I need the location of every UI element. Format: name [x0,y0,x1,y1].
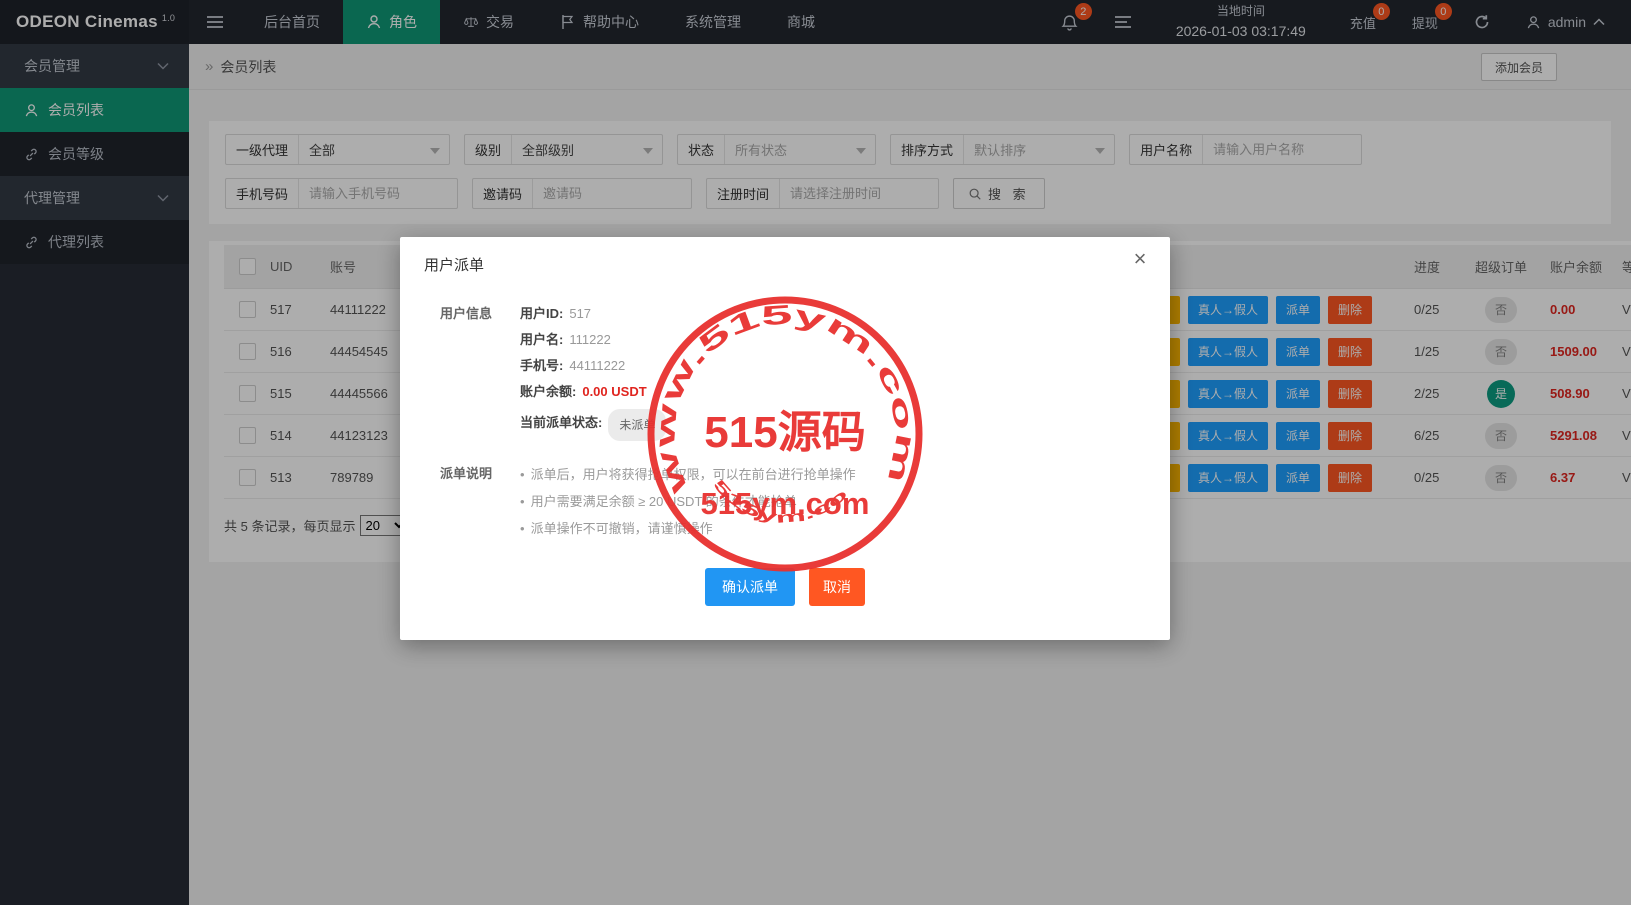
field-username: 用户名: 111222 [520,327,666,353]
modal-title: 用户派单 [424,257,484,274]
field-balance: 账户余额: 0.00 USDT [520,379,666,405]
close-icon[interactable]: × [1126,245,1154,273]
note-item: •派单后，用户将获得抢单权限，可以在前台进行抢单操作 [520,461,856,488]
cancel-button[interactable]: 取消 [809,568,865,606]
field-phone: 手机号: 44111222 [520,353,666,379]
confirm-dispatch-button[interactable]: 确认派单 [705,568,795,606]
note-item: •用户需要满足余额 ≥ 20 USDT 的条件才能抢单 [520,488,856,515]
dispatch-modal: 用户派单 × 用户信息 用户ID: 517 用户名: 111222 手机号: 4… [400,237,1170,640]
modal-body: 用户信息 用户ID: 517 用户名: 111222 手机号: 44111222… [400,287,1170,606]
status-badge: 未派单 [608,409,666,441]
user-info-label: 用户信息 [440,301,502,441]
field-dispatch-status: 当前派单状态: 未派单 [520,405,666,441]
modal-header: 用户派单 × [400,237,1170,287]
note-item: •派单操作不可撤销，请谨慎操作 [520,515,856,542]
dispatch-notes-label: 派单说明 [440,461,502,542]
user-info-section: 用户信息 用户ID: 517 用户名: 111222 手机号: 44111222… [440,301,1130,441]
field-user-id: 用户ID: 517 [520,301,666,327]
dispatch-notes-section: 派单说明 •派单后，用户将获得抢单权限，可以在前台进行抢单操作 •用户需要满足余… [440,461,1130,542]
modal-buttons: 确认派单 取消 [440,568,1130,606]
